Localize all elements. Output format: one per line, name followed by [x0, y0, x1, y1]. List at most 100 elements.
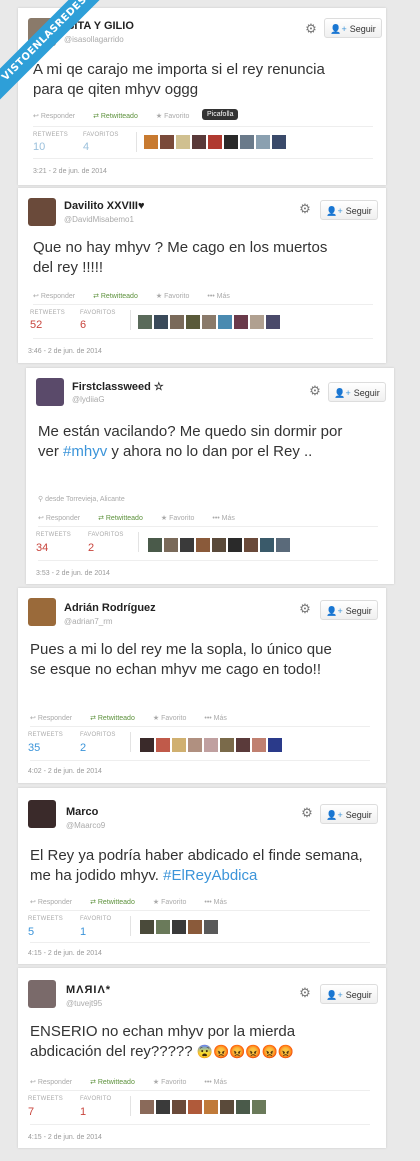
avatar[interactable] — [220, 738, 234, 752]
gear-icon[interactable]: ⚙ — [298, 986, 312, 1000]
tweet-timestamp[interactable]: 4:02 - 2 de jun. de 2014 — [28, 768, 102, 775]
tweet-timestamp[interactable]: 4:15 - 2 de jun. de 2014 — [28, 1134, 102, 1141]
avatar[interactable] — [156, 738, 170, 752]
retweet-button[interactable]: ⇄ Retwitteado — [90, 715, 144, 722]
avatar[interactable] — [250, 315, 264, 329]
tweet-author-handle[interactable]: @tuvejt95 — [66, 999, 102, 1008]
avatar[interactable] — [192, 135, 206, 149]
avatar[interactable] — [218, 315, 232, 329]
avatar[interactable] — [260, 538, 274, 552]
favorite-button[interactable]: ★ Favorito — [153, 1079, 196, 1086]
follow-button[interactable]: 👤+ Seguir — [324, 18, 382, 38]
avatar[interactable] — [138, 315, 152, 329]
avatar[interactable] — [188, 920, 202, 934]
avatar[interactable] — [28, 598, 56, 626]
tweet-author-name[interactable]: Davilito XXVIII♥ — [64, 200, 145, 212]
reply-button[interactable]: ↩ Responder — [38, 515, 89, 522]
avatar[interactable] — [234, 315, 248, 329]
tweet-author-name[interactable]: Firstclassweed ☆ — [72, 380, 164, 393]
avatar[interactable] — [144, 135, 158, 149]
retweet-button[interactable]: ⇄ Retwitteado — [90, 1079, 144, 1086]
tweet-author-handle[interactable]: @DavidMisabemo1 — [64, 215, 134, 224]
more-button[interactable]: ••• Más — [204, 899, 236, 906]
follow-button[interactable]: 👤+ Seguir — [320, 600, 378, 620]
avatar[interactable] — [268, 738, 282, 752]
hashtag-link[interactable]: #mhyv — [63, 443, 107, 460]
avatar[interactable] — [164, 538, 178, 552]
avatar[interactable] — [172, 920, 186, 934]
avatar[interactable] — [272, 135, 286, 149]
avatar[interactable] — [266, 315, 280, 329]
retweet-button[interactable]: ⇄ Retwitteado — [93, 293, 147, 300]
favorites-count[interactable]: 1 — [80, 1106, 86, 1118]
avatar[interactable] — [252, 1100, 266, 1114]
avatar[interactable] — [252, 738, 266, 752]
avatar[interactable] — [148, 538, 162, 552]
favorites-count[interactable]: 1 — [80, 926, 86, 938]
location[interactable]: ⚲ desde Torrevieja, Alicante — [38, 495, 125, 503]
tweet-author-handle[interactable]: @isasollagarrido — [64, 35, 124, 44]
avatar[interactable] — [156, 920, 170, 934]
favorite-button[interactable]: ★ Favorito — [153, 715, 196, 722]
retweet-button[interactable]: ⇄ Retwitteado — [93, 113, 147, 120]
favorites-count[interactable]: 2 — [88, 542, 94, 554]
avatar[interactable] — [186, 315, 200, 329]
avatar[interactable] — [28, 198, 56, 226]
avatar[interactable] — [154, 315, 168, 329]
gear-icon[interactable]: ⚙ — [298, 202, 312, 216]
tweet-author-handle[interactable]: @adrian7_rm — [64, 617, 113, 626]
reply-button[interactable]: ↩ Responder — [33, 293, 84, 300]
retweets-count[interactable]: 34 — [36, 542, 48, 554]
avatar[interactable] — [256, 135, 270, 149]
tweet-author-handle[interactable]: @lydiiaG — [72, 395, 105, 404]
gear-icon[interactable]: ⚙ — [304, 22, 318, 36]
retweets-count[interactable]: 5 — [28, 926, 34, 938]
avatar[interactable] — [188, 738, 202, 752]
reply-button[interactable]: ↩ Responder — [33, 113, 84, 120]
gear-icon[interactable]: ⚙ — [308, 384, 322, 398]
tweet-timestamp[interactable]: 3:53 - 2 de jun. de 2014 — [36, 570, 110, 577]
avatar[interactable] — [36, 378, 64, 406]
avatar[interactable] — [276, 538, 290, 552]
follow-button[interactable]: 👤+ Seguir — [328, 382, 386, 402]
favorite-button[interactable]: ★ Favorito — [156, 113, 199, 120]
avatar[interactable] — [244, 538, 258, 552]
avatar[interactable] — [236, 738, 250, 752]
avatar[interactable] — [160, 135, 174, 149]
avatar[interactable] — [176, 135, 190, 149]
avatar[interactable] — [204, 1100, 218, 1114]
follow-button[interactable]: 👤+ Seguir — [320, 984, 378, 1004]
avatar[interactable] — [140, 920, 154, 934]
favorites-count[interactable]: 6 — [80, 319, 86, 331]
retweets-count[interactable]: 10 — [33, 141, 45, 153]
favorite-button[interactable]: ★ Favorito — [161, 515, 204, 522]
more-button[interactable]: ••• Más — [204, 1079, 236, 1086]
avatar[interactable] — [180, 538, 194, 552]
follow-button[interactable]: 👤+ Seguir — [320, 804, 378, 824]
favorites-count[interactable]: 2 — [80, 742, 86, 754]
reply-button[interactable]: ↩ Responder — [30, 1079, 81, 1086]
reply-button[interactable]: ↩ Responder — [30, 899, 81, 906]
avatar[interactable] — [140, 738, 154, 752]
avatar[interactable] — [224, 135, 238, 149]
retweets-count[interactable]: 52 — [30, 319, 42, 331]
avatar[interactable] — [220, 1100, 234, 1114]
hashtag-link[interactable]: #ElReyAbdica — [163, 867, 257, 884]
avatar[interactable] — [172, 738, 186, 752]
retweet-button[interactable]: ⇄ Retwitteado — [90, 899, 144, 906]
avatar[interactable] — [240, 135, 254, 149]
favorite-button[interactable]: ★ Favorito — [156, 293, 199, 300]
avatar[interactable] — [172, 1100, 186, 1114]
avatar[interactable] — [204, 920, 218, 934]
favorite-button[interactable]: ★ Favorito — [153, 899, 196, 906]
gear-icon[interactable]: ⚙ — [298, 602, 312, 616]
avatar[interactable] — [156, 1100, 170, 1114]
tweet-timestamp[interactable]: 3:46 - 2 de jun. de 2014 — [28, 348, 102, 355]
avatar[interactable] — [228, 538, 242, 552]
follow-button[interactable]: 👤+ Seguir — [320, 200, 378, 220]
avatar[interactable] — [140, 1100, 154, 1114]
tweet-timestamp[interactable]: 3:21 - 2 de jun. de 2014 — [33, 168, 107, 175]
avatar[interactable] — [188, 1100, 202, 1114]
tweet-author-name[interactable]: Adrián Rodríguez — [64, 602, 156, 614]
tweet-author-name[interactable]: Marco — [66, 806, 98, 818]
